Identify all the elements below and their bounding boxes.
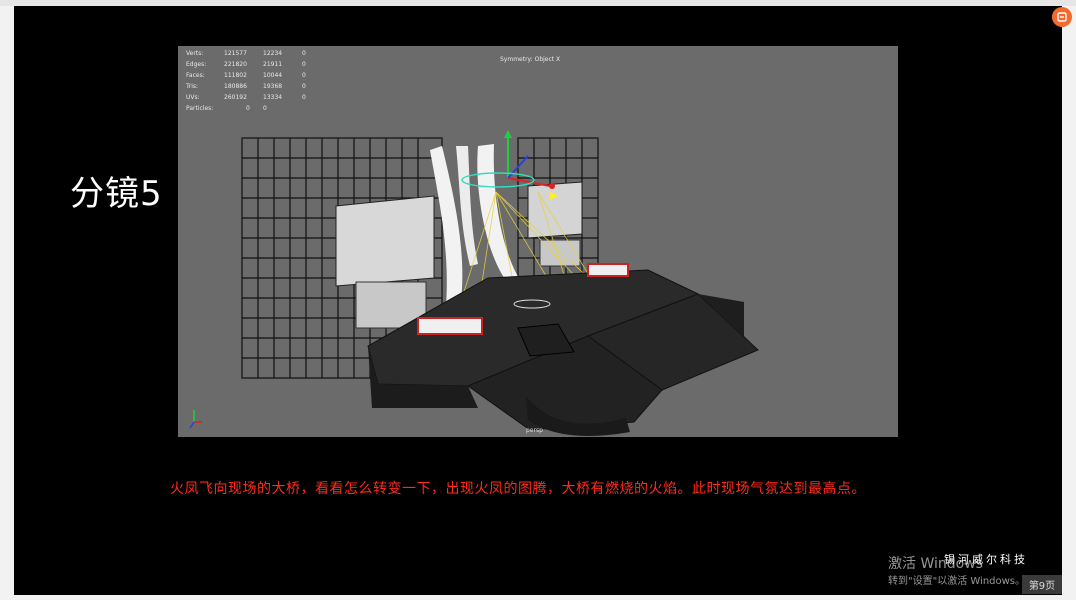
activation-watermark-hint: 转到"设置"以激活 Windows。 xyxy=(888,576,1026,587)
hud-label: Particles: xyxy=(186,105,214,112)
hud-row-uvs: UVs: 260192 13334 0 xyxy=(186,92,306,103)
hud-row-tris: Tris: 180886 19368 0 xyxy=(186,81,306,92)
hud-value: 0 xyxy=(302,50,306,57)
app-corner-glyph-icon xyxy=(1057,12,1067,22)
hud-value: 180886 xyxy=(224,83,247,90)
left-screen xyxy=(335,195,435,287)
hud-value: 0 xyxy=(302,61,306,68)
hud-value: 260192 xyxy=(224,94,247,101)
hud-value: 0 xyxy=(302,94,306,101)
slide-canvas: 分镜5 Verts: 121577 12234 0 Edges: 221820 … xyxy=(14,6,1062,595)
app-corner-icon[interactable] xyxy=(1052,7,1072,27)
camera-label: persp xyxy=(526,427,543,434)
red-sign-left xyxy=(417,317,483,335)
hud-value: 0 xyxy=(263,105,267,112)
red-sign-right xyxy=(587,263,629,277)
hud-value: 19368 xyxy=(263,83,283,90)
hud-value: 12234 xyxy=(263,50,283,57)
storyboard-caption: 火凤飞向现场的大桥，看看怎么转变一下，出现火凤的图腾，大桥有燃烧的火焰。此时现场… xyxy=(170,481,866,497)
hud-row-faces: Faces: 111802 10044 0 xyxy=(186,70,306,81)
hud-value: 0 xyxy=(302,72,306,79)
shot-label: 分镜5 xyxy=(70,174,163,214)
hud-value: 10044 xyxy=(263,72,283,79)
hud-label: Tris: xyxy=(186,83,199,90)
hud-value: 221820 xyxy=(224,61,247,68)
hud-value: 121577 xyxy=(224,50,247,57)
hud-row-edges: Edges: 221820 21911 0 xyxy=(186,59,306,70)
hud-value: 111802 xyxy=(224,72,247,79)
hud-value: 0 xyxy=(246,105,250,112)
hud-value: 13334 xyxy=(263,94,283,101)
hud-value: 0 xyxy=(302,83,306,90)
hud-label: Faces: xyxy=(186,72,205,79)
hud-row-particles: Particles: 0 0 xyxy=(186,103,306,114)
page-number-badge[interactable]: 第9页 xyxy=(1022,575,1062,594)
hud-label: Edges: xyxy=(186,61,207,68)
white-ribbon-left xyxy=(430,146,463,308)
poly-count-hud: Verts: 121577 12234 0 Edges: 221820 21911 0 Fa… xyxy=(186,48,306,114)
symmetry-indicator: Symmetry: Object X xyxy=(500,56,561,63)
hud-label: UVs: xyxy=(186,94,200,101)
company-brand: 锡河威尔科技 xyxy=(944,553,1028,566)
hud-value: 21911 xyxy=(263,61,283,68)
hud-label: Verts: xyxy=(186,50,204,57)
maya-viewport[interactable]: Verts: 121577 12234 0 Edges: 221820 21911 0 Fa… xyxy=(178,46,898,437)
axis-gizmo-icon xyxy=(189,410,202,429)
hud-row-verts: Verts: 121577 12234 0 xyxy=(186,48,306,59)
